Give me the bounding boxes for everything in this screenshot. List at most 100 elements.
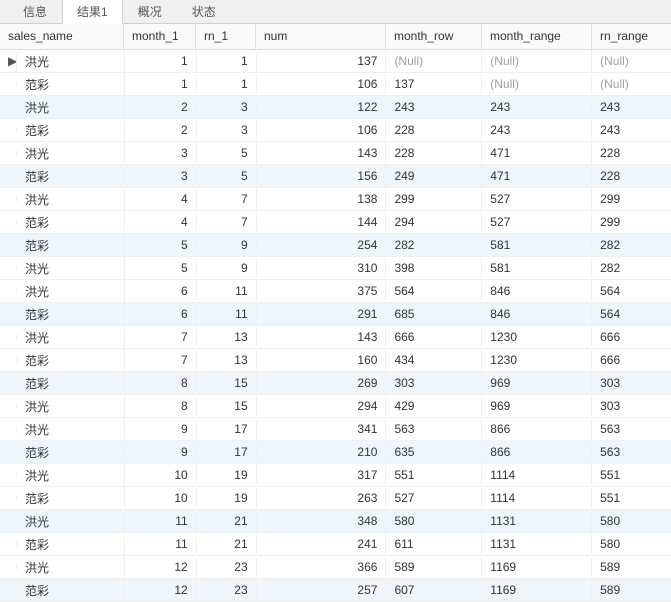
cell: 11 [125,534,197,554]
cell: 635 [386,442,482,462]
cell: 580 [592,511,671,531]
table-row[interactable]: 范彩815269303969303 [0,372,671,395]
table-row[interactable]: 洪光11213485801131580 [0,510,671,533]
cell: 6 [125,281,197,301]
cell: 6 [125,304,197,324]
cell: 范彩 [17,165,125,188]
table-row[interactable]: 洪光12233665891169589 [0,556,671,579]
cell: 580 [592,534,671,554]
cell: 1114 [482,465,592,485]
cell: 3 [197,120,257,140]
cell: 589 [386,557,482,577]
cell: (Null) [482,74,592,94]
table-row[interactable]: 范彩7131604341230666 [0,349,671,372]
cell: 4 [125,189,197,209]
cell: 254 [257,235,387,255]
table-row[interactable]: 洪光59310398581282 [0,257,671,280]
table-row[interactable]: 范彩12232576071169589 [0,579,671,602]
cell: 563 [386,419,482,439]
table-row[interactable]: 洪光23122243243243 [0,96,671,119]
cell: 303 [592,396,671,416]
col-sales-name[interactable]: sales_name [0,24,124,49]
cell: 228 [386,120,482,140]
table-row[interactable]: 范彩11212416111131580 [0,533,671,556]
table-row[interactable]: 洪光917341563866563 [0,418,671,441]
cell: 11 [125,511,197,531]
cell [0,564,17,570]
table-row[interactable]: 洪光815294429969303 [0,395,671,418]
cell: (Null) [386,51,482,71]
table-row[interactable]: 范彩10192635271114551 [0,487,671,510]
cell: 11 [197,304,257,324]
tab-result1[interactable]: 结果1 [62,0,123,24]
cell: 299 [592,212,671,232]
cell: 洪光 [17,418,125,441]
cell: 249 [386,166,482,186]
tab-overview[interactable]: 概况 [123,0,177,23]
cell: 282 [592,258,671,278]
col-month-row[interactable]: month_row [386,24,482,49]
col-num[interactable]: num [256,24,386,49]
cell [0,311,17,317]
cell: 143 [257,143,387,163]
cell: 15 [197,396,257,416]
cell [0,541,17,547]
cell: 303 [592,373,671,393]
cell: 7 [197,212,257,232]
cell: 3 [125,166,197,186]
cell: 12 [125,557,197,577]
cell: 366 [257,557,387,577]
cell: 294 [386,212,482,232]
cell [0,449,17,455]
col-rn-1[interactable]: rn_1 [196,24,256,49]
cell: 589 [592,557,671,577]
cell: 范彩 [17,441,125,464]
table-row[interactable]: 洪光35143228471228 [0,142,671,165]
col-rn-range[interactable]: rn_range [592,24,671,49]
cell: 564 [592,281,671,301]
table-row[interactable]: 洪光10193175511114551 [0,464,671,487]
cell: (Null) [482,51,592,71]
cell: 866 [482,419,592,439]
table-row[interactable]: ▶洪光11137(Null)(Null)(Null) [0,50,671,73]
cell: 5 [197,166,257,186]
col-month-1[interactable]: month_1 [124,24,196,49]
cell: 范彩 [17,303,125,326]
cell: (Null) [592,51,671,71]
table-row[interactable]: 范彩917210635866563 [0,441,671,464]
cell: 洪光 [17,556,125,579]
cell: 13 [197,327,257,347]
cell: 563 [592,419,671,439]
cell: 243 [592,120,671,140]
table-row[interactable]: 范彩23106228243243 [0,119,671,142]
cell: 527 [482,212,592,232]
table-row[interactable]: 洪光7131436661230666 [0,326,671,349]
cell: 洪光 [17,280,125,303]
table-row[interactable]: 范彩35156249471228 [0,165,671,188]
cell: 317 [257,465,387,485]
tab-status[interactable]: 状态 [177,0,231,23]
cell: 7 [125,327,197,347]
table-row[interactable]: 洪光611375564846564 [0,280,671,303]
cell [0,587,17,593]
table-row[interactable]: 范彩59254282581282 [0,234,671,257]
cell [0,150,17,156]
cell: 5 [125,235,197,255]
table-row[interactable]: 洪光47138299527299 [0,188,671,211]
cell: 洪光 [17,510,125,533]
cell: 969 [482,396,592,416]
cell: 7 [125,350,197,370]
cell: 1131 [482,511,592,531]
cell: 564 [386,281,482,301]
table-row[interactable]: 范彩47144294527299 [0,211,671,234]
table-row[interactable]: 范彩611291685846564 [0,303,671,326]
cell: 1169 [482,580,592,600]
cell: 263 [257,488,387,508]
cell: 581 [482,235,592,255]
table-row[interactable]: 范彩11106137(Null)(Null) [0,73,671,96]
tab-info[interactable]: 信息 [8,0,62,23]
cell: 洪光 [17,395,125,418]
col-month-range[interactable]: month_range [482,24,592,49]
cell: 144 [257,212,387,232]
cell: 2 [125,97,197,117]
